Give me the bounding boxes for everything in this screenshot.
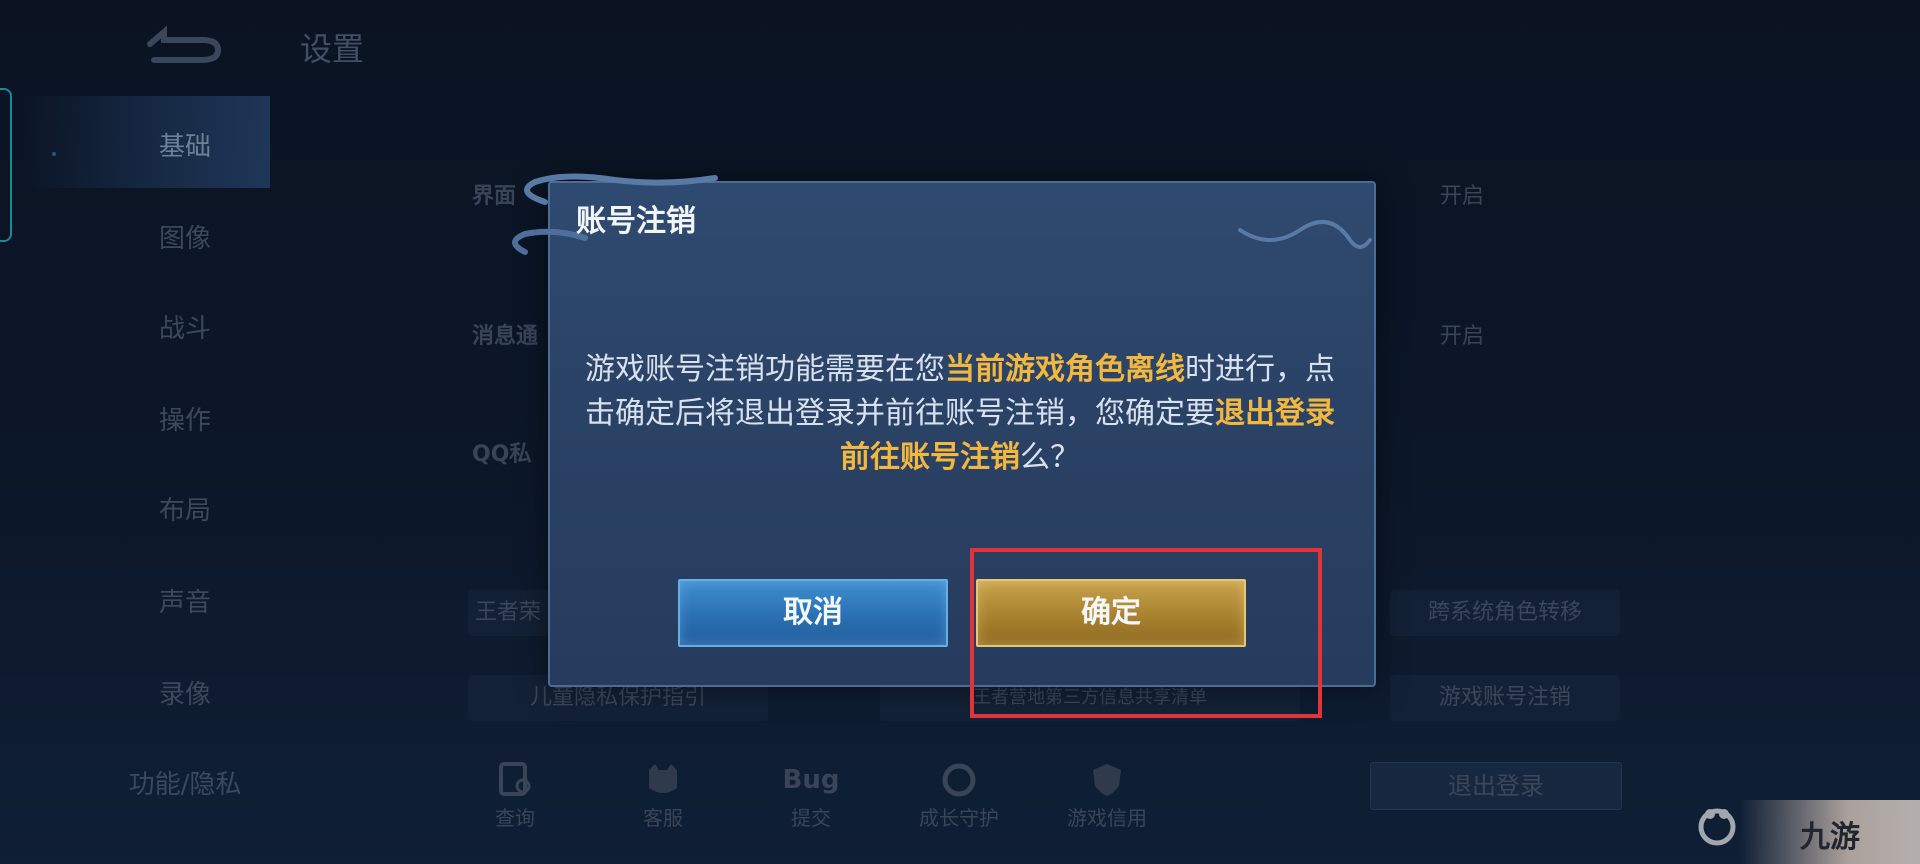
dialog-highlight-offline: 当前游戏角色离线 bbox=[945, 352, 1185, 387]
dialog-title: 账号注销 bbox=[576, 204, 696, 239]
annotation-highlight-box bbox=[970, 548, 1322, 718]
dialog-message-part3: 么？ bbox=[1020, 440, 1080, 475]
dialog-message-part1: 游戏账号注销功能需要在您 bbox=[585, 352, 945, 387]
cancel-button[interactable]: 取消 bbox=[678, 579, 948, 647]
dialog-message: 游戏账号注销功能需要在您当前游戏角色离线时进行，点击确定后将退出登录并前往账号注… bbox=[580, 348, 1340, 480]
dialog-cloud-ornament-right bbox=[1238, 220, 1372, 249]
